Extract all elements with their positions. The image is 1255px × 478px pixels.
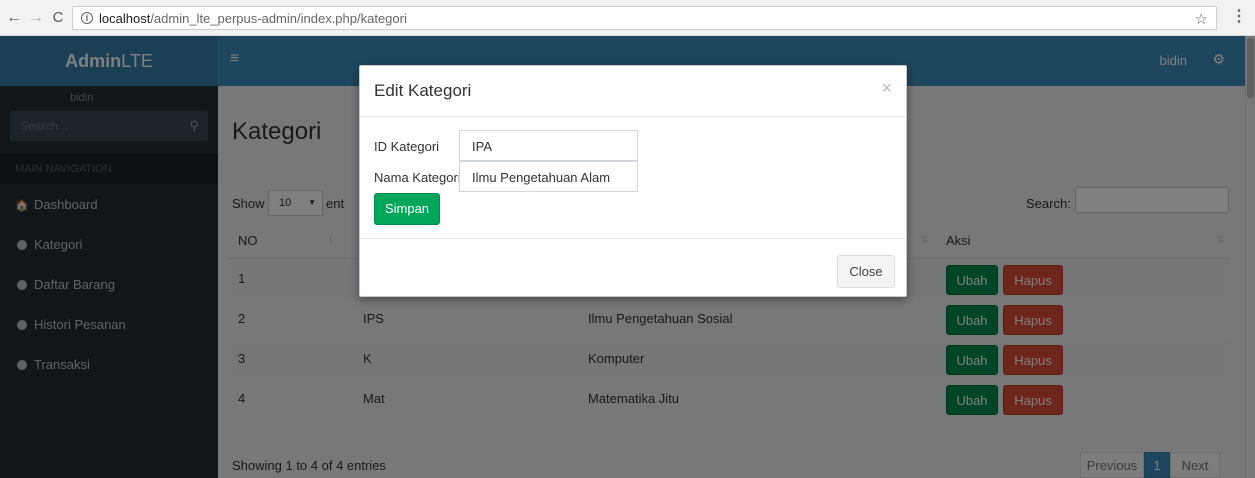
url-host: localhost [99, 11, 151, 26]
id-kategori-input[interactable]: IPA [459, 130, 638, 161]
modal-title: Edit Kategori [374, 81, 472, 100]
reload-icon[interactable]: C [48, 8, 68, 28]
nama-kategori-input[interactable]: Ilmu Pengetahuan Alam [459, 161, 638, 192]
url-path: /admin_lte_perpus-admin/index.php/katego… [150, 11, 407, 26]
info-icon[interactable]: i [81, 12, 93, 24]
close-button[interactable]: Close [837, 255, 895, 288]
address-bar[interactable]: i localhost/admin_lte_perpus-admin/index… [72, 6, 1217, 30]
nama-kategori-label: Nama Kategori [374, 170, 461, 185]
forward-arrow-icon[interactable]: → [26, 8, 46, 28]
browser-toolbar: ← → C i localhost/admin_lte_perpus-admin… [0, 0, 1255, 36]
edit-kategori-modal: Edit Kategori × ID Kategori IPA Nama Kat… [359, 65, 907, 297]
browser-menu-icon[interactable]: ⋮ [1231, 8, 1247, 26]
url-text: localhost/admin_lte_perpus-admin/index.p… [99, 11, 407, 26]
simpan-button[interactable]: Simpan [374, 193, 440, 225]
modal-header: Edit Kategori × [360, 66, 906, 117]
close-icon[interactable]: × [881, 79, 892, 97]
bookmark-star-icon[interactable]: ☆ [1195, 10, 1208, 28]
modal-footer: Close [360, 238, 906, 296]
back-arrow-icon[interactable]: ← [4, 8, 24, 28]
id-kategori-label: ID Kategori [374, 139, 440, 154]
